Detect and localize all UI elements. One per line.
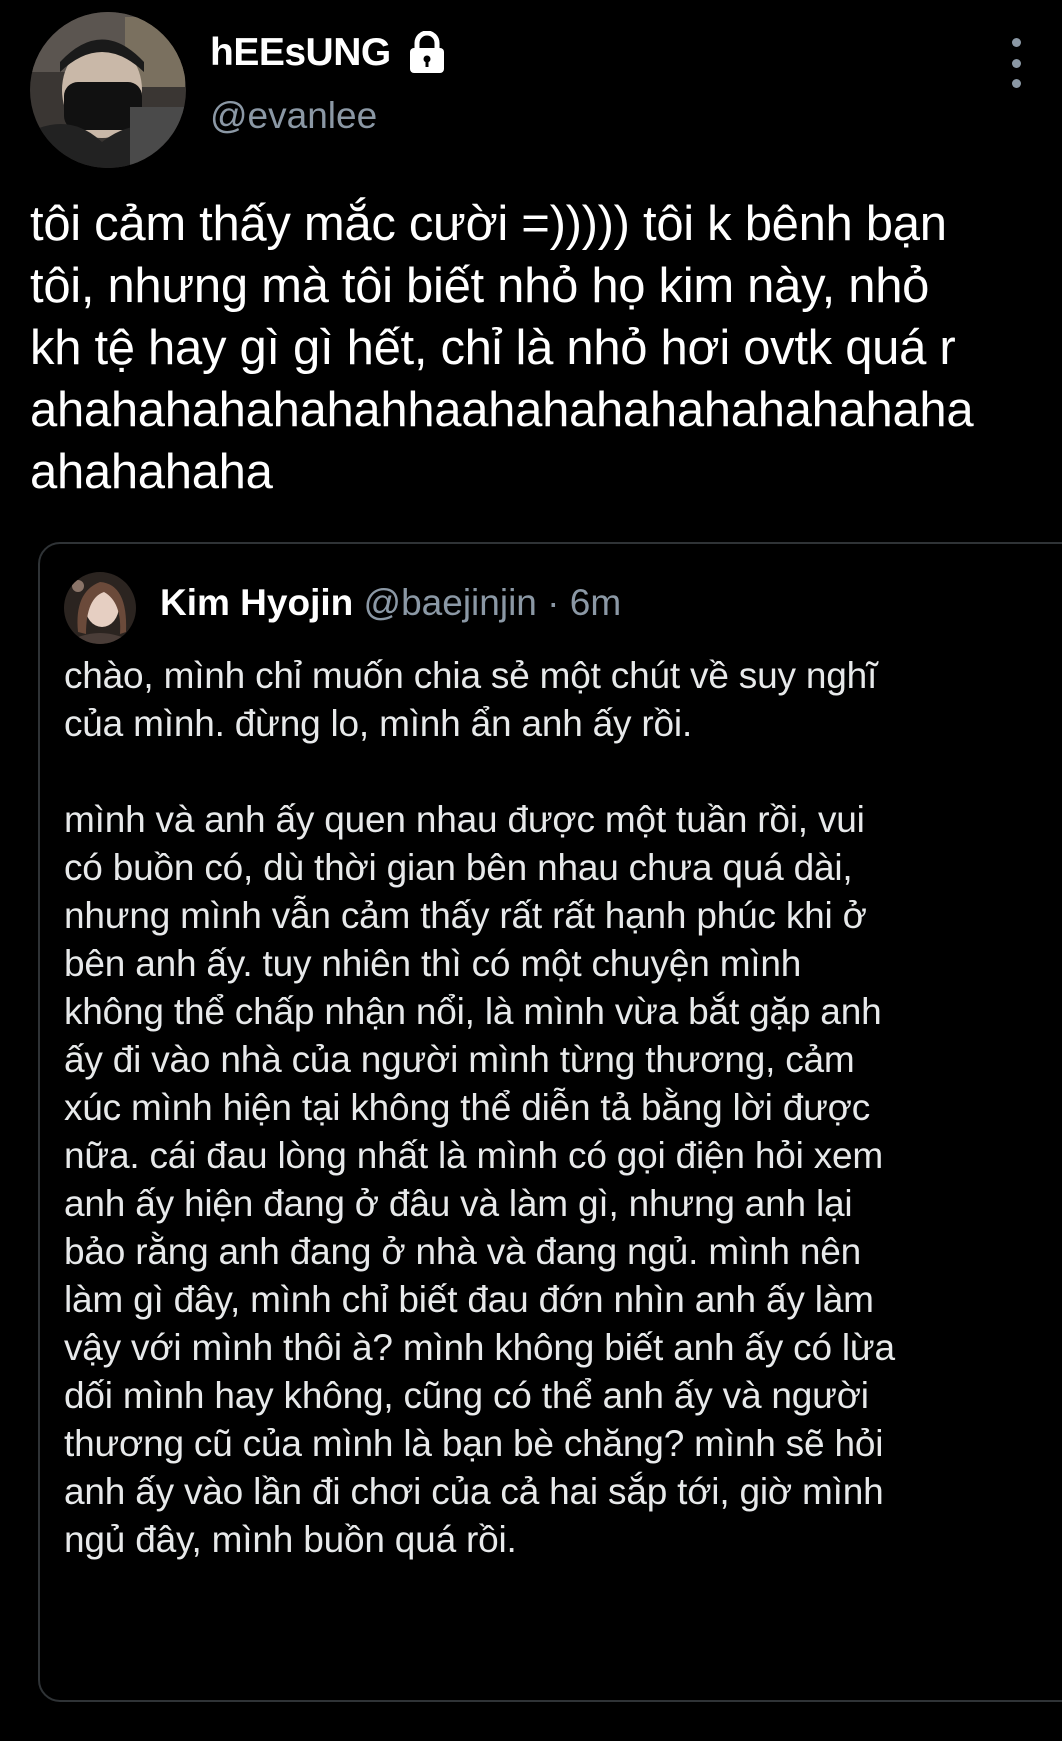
quoted-tweet-card[interactable]: Kim Hyojin @baejinjin · 6m chào, mình ch… [38,542,1062,1702]
tweet-header: hEEsUNG @evanlee [0,0,1062,170]
avatar-image [30,12,186,168]
author-name-row: hEEsUNG [210,28,447,78]
more-dot [1011,38,1021,47]
quoted-header-separator: · [536,582,570,623]
quoted-author-handle[interactable]: @baejinjin [364,582,537,623]
more-dot [1011,79,1021,88]
quoted-author-name[interactable]: Kim Hyojin [160,582,353,623]
tweet-text: tôi cảm thấy mắc cười =))))) tôi k bênh … [30,197,974,499]
quoted-tweet-text: chào, mình chỉ muốn chia sẻ một chút về … [64,655,895,1560]
quoted-tweet-header: Kim Hyojin @baejinjin · 6m [160,582,621,624]
quoted-author-avatar[interactable] [64,572,136,644]
quoted-tweet-timestamp[interactable]: 6m [570,582,621,623]
author-avatar[interactable] [30,12,186,168]
more-options-icon[interactable] [998,38,1034,88]
author-handle[interactable]: @evanlee [210,95,377,137]
more-dot [1011,58,1021,68]
author-display-name[interactable]: hEEsUNG [210,31,391,75]
lock-icon [407,30,447,75]
quoted-avatar-image [64,572,136,644]
